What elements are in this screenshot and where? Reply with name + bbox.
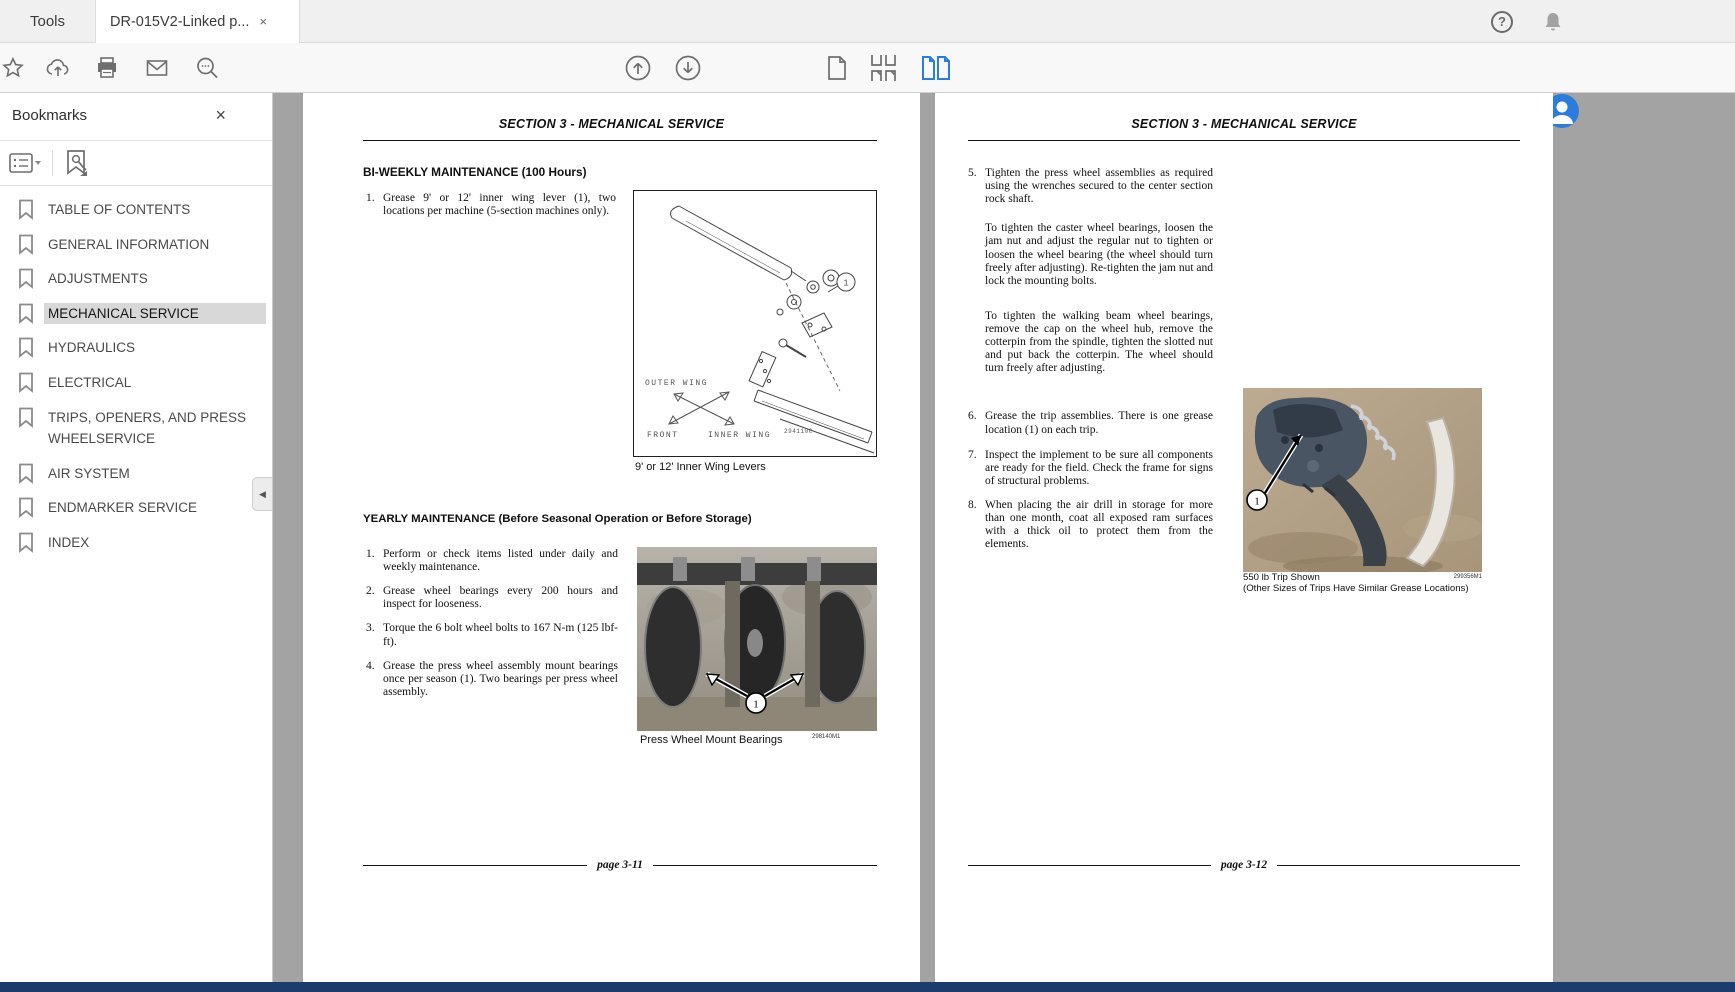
- bookmark-icon: [18, 234, 34, 255]
- figure-caption-line2: (Other Sizes of Trips Have Similar Greas…: [1243, 583, 1469, 594]
- tab-document[interactable]: DR-015V2-Linked p... ×: [95, 0, 300, 43]
- tab-tools[interactable]: Tools: [0, 0, 95, 43]
- bookmarks-panel: Bookmarks × TABLE OF CONTENTS GENERAL IN…: [0, 93, 273, 982]
- bookmark-item-air-system[interactable]: AIR SYSTEM: [18, 463, 266, 485]
- page-footer: page 3-11: [597, 859, 643, 871]
- balloon-1: 1: [1254, 496, 1260, 508]
- list-item: 7. Inspect the implement to be sure all …: [968, 449, 1213, 488]
- list-item: To tighten the caster wheel bearings, lo…: [968, 222, 1213, 288]
- list-item: 8. When placing the air drill in storage…: [968, 499, 1213, 551]
- bookmark-item-electrical[interactable]: ELECTRICAL: [18, 372, 266, 394]
- single-page-view-icon[interactable]: [824, 54, 850, 82]
- list-item: 4. Grease the press wheel assembly mount…: [366, 660, 618, 699]
- bookmark-item-index[interactable]: INDEX: [18, 532, 266, 554]
- list-item: 3. Torque the 6 bolt wheel bolts to 167 …: [366, 622, 618, 648]
- page-up-icon[interactable]: [624, 54, 652, 82]
- close-icon[interactable]: ×: [259, 14, 267, 29]
- figure-press-wheel-photo: 1: [637, 547, 877, 731]
- cloud-upload-icon[interactable]: [45, 55, 71, 81]
- figure-inner-wing-levers: 1 OUTER WING FRONT INNER WING 294110C: [633, 190, 877, 457]
- label-front: FRONT: [647, 431, 679, 440]
- bookmark-icon: [18, 532, 34, 553]
- bookmark-icon: [18, 268, 34, 289]
- figure-caption: 9' or 12' Inner Wing Levers: [635, 461, 766, 473]
- help-icon[interactable]: ?: [1491, 11, 1513, 33]
- bookmark-item-endmarker-service[interactable]: ENDMARKER SERVICE: [18, 497, 266, 519]
- two-page-view-icon[interactable]: [920, 54, 952, 82]
- list-item: To tighten the walking beam wheel bearin…: [968, 310, 1213, 376]
- document-page-left: SECTION 3 - MECHANICAL SERVICE BI-WEEKLY…: [303, 93, 920, 982]
- bookmark-options-icon[interactable]: [8, 151, 42, 175]
- bookmarks-list: TABLE OF CONTENTS GENERAL INFORMATION AD…: [18, 199, 266, 554]
- bookmark-item-hydraulics[interactable]: HYDRAULICS: [18, 337, 266, 359]
- balloon-1: 1: [843, 279, 848, 289]
- tab-bar: Tools DR-015V2-Linked p... × ?: [0, 0, 1735, 43]
- figure-part-number: 294110C: [784, 428, 813, 435]
- bookmark-icon: [18, 463, 34, 484]
- figure-caption: Press Wheel Mount Bearings: [640, 734, 782, 746]
- label-outer-wing: OUTER WING: [645, 379, 708, 388]
- list-item: 2. Grease wheel bearings every 200 hours…: [366, 585, 618, 611]
- bookmark-item-trips-openers-press-wheel[interactable]: TRIPS, OPENERS, AND PRESS WHEELSERVICE: [18, 407, 266, 450]
- figure-part-number: 299356M1: [1403, 574, 1482, 580]
- page-header: SECTION 3 - MECHANICAL SERVICE: [935, 117, 1553, 131]
- figure-caption-line1: 550 lb Trip Shown: [1243, 572, 1320, 583]
- email-icon[interactable]: [144, 55, 170, 81]
- bell-icon[interactable]: [1541, 10, 1565, 34]
- balloon-1: 1: [753, 699, 759, 711]
- list-item: 1. Perform or check items listed under d…: [366, 548, 618, 574]
- page-down-icon[interactable]: [674, 54, 702, 82]
- label-inner-wing: INNER WING: [708, 431, 771, 440]
- list-item: 6. Grease the trip assemblies. There is …: [968, 410, 1213, 436]
- list-item: 1. Grease 9' or 12' inner wing lever (1)…: [366, 192, 616, 218]
- bookmarks-title: Bookmarks: [12, 107, 87, 124]
- bookmark-icon: [18, 199, 34, 220]
- scrolling-view-icon[interactable]: [868, 53, 900, 83]
- bookmark-item-adjustments[interactable]: ADJUSTMENTS: [18, 268, 266, 290]
- page-footer: page 3-12: [1221, 859, 1267, 871]
- bookmark-icon: [18, 407, 34, 428]
- bookmark-item-table-of-contents[interactable]: TABLE OF CONTENTS: [18, 199, 266, 221]
- bookmark-icon: [18, 372, 34, 393]
- list-item: 5. Tighten the press wheel assemblies as…: [968, 167, 1213, 206]
- taskbar-strip: [0, 982, 1735, 992]
- figure-trip-photo: 1: [1243, 388, 1482, 572]
- bookmark-item-general-information[interactable]: GENERAL INFORMATION: [18, 234, 266, 256]
- star-icon[interactable]: [1, 56, 25, 80]
- bookmark-item-mechanical-service[interactable]: MECHANICAL SERVICE: [18, 303, 266, 325]
- figure-part-number: 298140M1: [812, 734, 840, 740]
- collapse-panel-button[interactable]: ◀: [252, 477, 272, 511]
- bookmark-icon: [18, 497, 34, 518]
- yearly-heading: YEARLY MAINTENANCE (Before Seasonal Oper…: [363, 513, 752, 525]
- biweekly-heading: BI-WEEKLY MAINTENANCE (100 Hours): [363, 165, 587, 179]
- toolbar-separator: [52, 150, 53, 176]
- expand-bookmark-icon[interactable]: [63, 149, 89, 177]
- bookmark-icon: [18, 337, 34, 358]
- toolbar: / 232: [0, 43, 1735, 93]
- close-icon[interactable]: ×: [215, 105, 226, 126]
- page-header: SECTION 3 - MECHANICAL SERVICE: [303, 117, 920, 131]
- tab-document-title: DR-015V2-Linked p...: [110, 14, 249, 30]
- document-page-right: SECTION 3 - MECHANICAL SERVICE 5. Tighte…: [935, 93, 1553, 982]
- search-icon[interactable]: [194, 54, 221, 81]
- bookmark-icon: [18, 303, 34, 324]
- print-icon[interactable]: [94, 55, 120, 81]
